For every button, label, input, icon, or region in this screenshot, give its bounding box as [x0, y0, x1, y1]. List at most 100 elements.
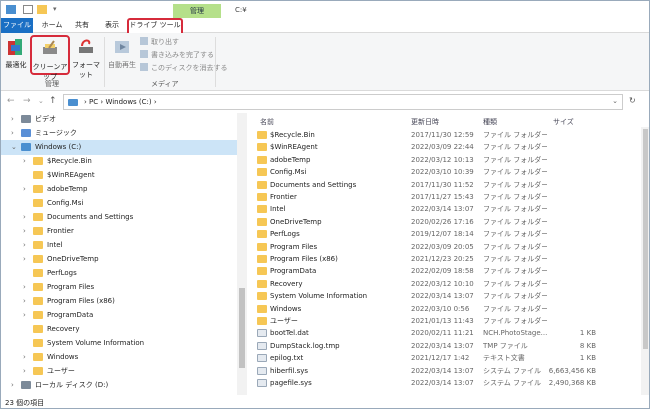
- tree-expand-chevron-icon[interactable]: ›: [23, 182, 26, 197]
- tree-expand-chevron-icon[interactable]: ›: [23, 280, 26, 295]
- tree-item[interactable]: › Intel: [1, 238, 237, 253]
- file-row[interactable]: Program Files (x86) 2021/12/23 20:25 ファイル …: [251, 253, 596, 265]
- file-row[interactable]: OneDriveTemp 2020/02/26 17:16 ファイル フォルダー: [251, 216, 596, 228]
- tab-view[interactable]: 表示: [101, 18, 123, 33]
- column-header-size[interactable]: サイズ: [553, 117, 574, 127]
- optimize-icon: [8, 39, 22, 55]
- tree-expand-chevron-icon[interactable]: ›: [23, 210, 26, 225]
- file-row[interactable]: epilog.txt 2021/12/17 1:42 テキスト文書 1 KB: [251, 352, 596, 364]
- recent-locations-button[interactable]: ⌄: [38, 97, 44, 105]
- tree-expand-chevron-icon[interactable]: ›: [23, 308, 26, 323]
- forward-button[interactable]: →: [23, 96, 31, 106]
- column-header-type[interactable]: 種類: [483, 117, 497, 127]
- refresh-button[interactable]: ↻: [629, 96, 636, 105]
- file-row[interactable]: PerfLogs 2019/12/07 18:14 ファイル フォルダー: [251, 228, 596, 240]
- scrollbar-thumb[interactable]: [239, 288, 245, 368]
- folder-icon: [33, 213, 43, 221]
- tree-item[interactable]: › Documents and Settings: [1, 210, 237, 225]
- tree-expand-chevron-icon[interactable]: ›: [23, 154, 26, 169]
- tree-item[interactable]: $WinREAgent: [1, 168, 237, 183]
- new-folder-icon[interactable]: [37, 5, 47, 14]
- tab-file[interactable]: ファイル: [1, 18, 33, 33]
- tree-expand-chevron-icon[interactable]: ›: [23, 364, 26, 379]
- file-row[interactable]: $Recycle.Bin 2017/11/30 12:59 ファイル フォルダー: [251, 129, 596, 141]
- tab-share[interactable]: 共有: [71, 18, 93, 33]
- file-date: 2022/03/10 10:39: [411, 168, 474, 177]
- tree-expand-chevron-icon[interactable]: ›: [23, 350, 26, 365]
- format-button[interactable]: フォーマット: [70, 35, 102, 79]
- cleanup-button[interactable]: クリーンアップ: [30, 35, 70, 81]
- column-header-name[interactable]: 名前: [260, 117, 274, 127]
- tab-home[interactable]: ホーム: [39, 18, 65, 33]
- breadcrumb-pc[interactable]: PC: [89, 98, 98, 106]
- tree-expand-chevron-icon[interactable]: ›: [23, 224, 26, 239]
- address-bar[interactable]: › PC › Windows (C:) › ⌄: [63, 94, 623, 110]
- tree-item[interactable]: › Program Files: [1, 280, 237, 295]
- up-button[interactable]: ↑: [49, 96, 57, 106]
- properties-icon[interactable]: [23, 5, 33, 14]
- tree-expand-chevron-icon[interactable]: ›: [11, 113, 14, 127]
- file-row[interactable]: Documents and Settings 2017/11/30 11:52 ファ…: [251, 179, 596, 191]
- tree-expand-chevron-icon[interactable]: ›: [23, 294, 26, 309]
- context-tab-manage: 管理: [173, 4, 221, 18]
- tree-expand-chevron-icon[interactable]: ›: [23, 252, 26, 267]
- file-type: ファイル フォルダー: [483, 255, 547, 263]
- tree-expand-chevron-icon[interactable]: ›: [23, 238, 26, 253]
- file-row[interactable]: bootTel.dat 2020/02/11 11:21 NCH.PhotoStag…: [251, 327, 596, 339]
- tab-drive-tools[interactable]: ドライブ ツール: [127, 18, 183, 33]
- quick-access-dropdown-icon[interactable]: ▾: [53, 5, 60, 14]
- file-row[interactable]: ProgramData 2022/02/09 18:58 ファイル フォルダー: [251, 265, 596, 277]
- column-header-date[interactable]: 更新日時: [411, 117, 439, 127]
- navigation-bar: ← → ⌄ ↑ › PC › Windows (C:) › ⌄ ↻: [1, 91, 649, 113]
- file-row[interactable]: Config.Msi 2022/03/10 10:39 ファイル フォルダー: [251, 166, 596, 178]
- file-name: $WinREAgent: [270, 143, 318, 152]
- group-separator: [104, 37, 105, 87]
- back-button[interactable]: ←: [7, 96, 15, 106]
- cleanup-icon: [43, 40, 57, 54]
- tree-item[interactable]: Config.Msi: [1, 196, 237, 211]
- file-row[interactable]: Windows 2022/03/10 0:56 ファイル フォルダー: [251, 303, 596, 315]
- file-list-scrollbar[interactable]: [641, 127, 649, 395]
- tree-expand-chevron-icon[interactable]: ›: [11, 378, 14, 393]
- scrollbar-thumb[interactable]: [643, 129, 648, 349]
- tree-item[interactable]: › ProgramData: [1, 308, 237, 323]
- file-row[interactable]: Program Files 2022/03/09 20:05 ファイル フォルダー: [251, 241, 596, 253]
- folder-icon: [33, 227, 43, 235]
- file-row[interactable]: Recovery 2022/03/12 10:10 ファイル フォルダー: [251, 278, 596, 290]
- tree-expand-chevron-icon[interactable]: ⌄: [11, 140, 17, 155]
- tree-item[interactable]: System Volume Information: [1, 336, 237, 351]
- autoplay-button[interactable]: 自動再生: [106, 35, 138, 75]
- tree-item[interactable]: Recovery: [1, 322, 237, 337]
- tree-item[interactable]: PerfLogs: [1, 266, 237, 281]
- tree-item[interactable]: › OneDriveTemp: [1, 252, 237, 267]
- file-row[interactable]: Intel 2022/03/14 13:07 ファイル フォルダー: [251, 203, 596, 215]
- tree-item[interactable]: › Program Files (x86): [1, 294, 237, 309]
- tree-item[interactable]: › $Recycle.Bin: [1, 154, 237, 169]
- address-dropdown-button[interactable]: ⌄: [612, 97, 618, 105]
- file-row[interactable]: hiberfil.sys 2022/03/14 13:07 システム ファイル 6,6…: [251, 365, 596, 377]
- tree-item[interactable]: › ミュージック: [1, 126, 237, 141]
- file-row[interactable]: ユーザー 2021/01/13 11:43 ファイル フォルダー: [251, 315, 596, 327]
- file-row[interactable]: $WinREAgent 2022/03/09 22:44 ファイル フォルダー: [251, 141, 596, 153]
- tree-item[interactable]: › adobeTemp: [1, 182, 237, 197]
- file-row[interactable]: System Volume Information 2022/03/14 13:0…: [251, 290, 596, 302]
- tree-item[interactable]: › Frontier: [1, 224, 237, 239]
- breadcrumb-drive[interactable]: Windows (C:): [105, 98, 151, 106]
- eject-button[interactable]: 取り出す: [140, 37, 179, 48]
- tree-item[interactable]: ⌄ Windows (C:): [1, 140, 237, 155]
- folder-icon: [257, 317, 267, 325]
- tree-item[interactable]: › ローカル ディスク (D:): [1, 378, 237, 393]
- tree-item[interactable]: › ユーザー: [1, 364, 237, 379]
- file-name: Intel: [270, 205, 286, 214]
- tree-expand-chevron-icon[interactable]: ›: [11, 126, 14, 141]
- file-date: 2022/03/14 13:07: [411, 379, 474, 387]
- navigation-pane-scrollbar[interactable]: [237, 113, 247, 395]
- file-row[interactable]: DumpStack.log.tmp 2022/03/14 13:07 TMP ファイ…: [251, 340, 596, 352]
- file-row[interactable]: Frontier 2017/11/27 15:43 ファイル フォルダー: [251, 191, 596, 203]
- optimize-button[interactable]: 最適化: [3, 35, 29, 75]
- tree-item[interactable]: › ビデオ: [1, 113, 237, 127]
- file-row[interactable]: pagefile.sys 2022/03/14 13:07 システム ファイル 2,4…: [251, 377, 596, 389]
- tree-item[interactable]: › Windows: [1, 350, 237, 365]
- file-row[interactable]: adobeTemp 2022/03/12 10:13 ファイル フォルダー: [251, 154, 596, 166]
- finish-burning-button[interactable]: 書き込みを完了する: [140, 50, 214, 61]
